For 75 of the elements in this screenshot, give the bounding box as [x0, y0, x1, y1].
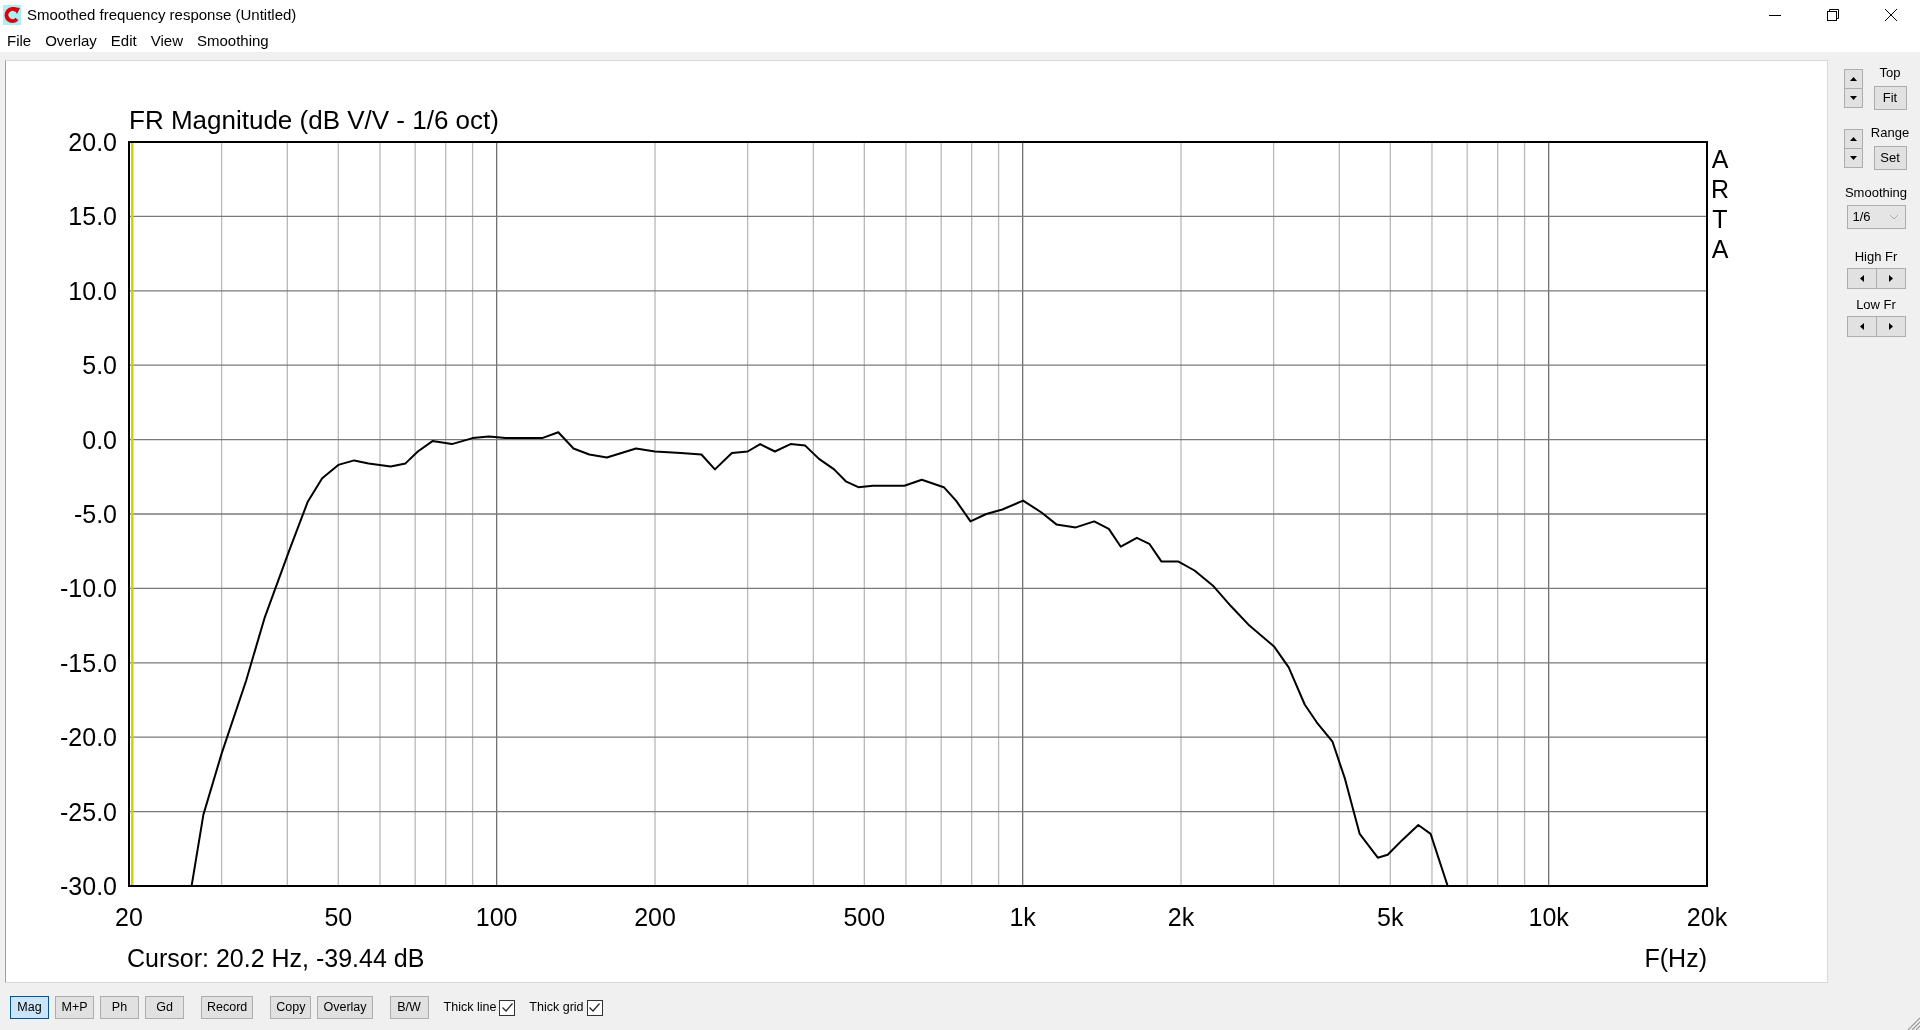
y-axis-label: 10.0 [68, 276, 117, 305]
x-axis-label: 5k [1377, 903, 1404, 931]
view-tab[interactable]: Ph [100, 996, 139, 1019]
x-axis-label: 20k [1686, 903, 1728, 931]
step-right-button[interactable] [1875, 316, 1906, 337]
spin-down-button[interactable] [1844, 88, 1863, 108]
x-axis-label: 500 [843, 903, 886, 931]
caret-right-icon [1888, 323, 1893, 330]
spin-down-button[interactable] [1844, 148, 1863, 168]
panel-button[interactable]: Fit [1873, 86, 1907, 110]
checkbox[interactable] [586, 999, 603, 1016]
step-left-button[interactable] [1846, 268, 1877, 289]
y-axis-label: -20.0 [60, 723, 117, 752]
caret-up-icon [1850, 77, 1857, 81]
chevron-down-icon [1889, 215, 1898, 219]
toolbar-button[interactable]: Copy [270, 996, 312, 1019]
field-label: Smoothing [1844, 185, 1908, 200]
x-axis-title: F(Hz) [1644, 944, 1707, 972]
chart-title: FR Magnitude (dB V/V - 1/6 oct) [129, 105, 499, 135]
step-left-button[interactable] [1846, 316, 1877, 337]
y-axis-label: -25.0 [60, 797, 117, 826]
caret-left-icon [1859, 275, 1864, 282]
field-label: Range [1870, 125, 1910, 140]
caret-up-icon [1850, 137, 1857, 141]
window-title: Smoothed frequency response (Untitled) [27, 5, 297, 25]
y-axis-label: 20.0 [68, 128, 117, 156]
x-axis-label: 20 [115, 903, 143, 931]
x-axis-label: 100 [475, 903, 518, 931]
field-label: Low Fr [1856, 297, 1896, 312]
spin-up-button[interactable] [1844, 129, 1863, 149]
view-tab[interactable]: Mag [10, 996, 49, 1019]
checkbox[interactable] [499, 999, 516, 1016]
menu-item[interactable]: Smoothing [189, 30, 276, 52]
view-tab[interactable]: M+P [55, 996, 94, 1019]
cursor-readout: Cursor: 20.2 Hz, -39.44 dB [127, 944, 425, 972]
x-axis-label: 1k [1009, 903, 1036, 931]
y-axis-label: -10.0 [60, 574, 117, 603]
toolbar-button[interactable]: Overlay [317, 996, 373, 1019]
x-axis-label: 2k [1167, 903, 1195, 931]
y-axis-label: -30.0 [60, 872, 117, 900]
vertical-label: ARTA [1710, 145, 1730, 263]
x-axis-label: 50 [324, 903, 353, 931]
checkmark-icon [589, 1003, 601, 1012]
menu-item[interactable]: View [143, 30, 190, 52]
smoothing-dropdown[interactable]: 1/6 [1846, 205, 1906, 229]
checkbox-label: Thick line [443, 999, 497, 1017]
checkmark-icon [501, 1003, 513, 1012]
app-icon [3, 5, 21, 25]
menu-item[interactable]: File [0, 30, 39, 52]
minimize-icon [1769, 14, 1781, 16]
y-axis-label: 0.0 [82, 425, 117, 454]
x-axis-label: 200 [634, 903, 676, 931]
toolbar-button[interactable]: B/W [389, 996, 429, 1019]
menu-item[interactable]: Edit [103, 30, 144, 52]
field-label: Top [1879, 65, 1901, 80]
y-axis-label: -15.0 [60, 648, 117, 677]
y-axis-label: -5.0 [73, 500, 117, 528]
checkbox-label: Thick grid [529, 999, 584, 1017]
toolbar-button[interactable]: Record [201, 996, 254, 1019]
field-label: High Fr [1854, 249, 1898, 264]
y-axis-label: 15.0 [68, 202, 117, 231]
panel-button[interactable]: Set [1873, 146, 1907, 170]
restore-icon [1827, 9, 1839, 21]
caret-right-icon [1888, 275, 1893, 282]
x-axis-label: 10k [1528, 903, 1569, 931]
caret-down-icon [1850, 96, 1857, 100]
resize-grip-icon[interactable] [1906, 1016, 1920, 1030]
step-right-button[interactable] [1875, 268, 1906, 289]
view-tab[interactable]: Gd [145, 996, 184, 1019]
caret-left-icon [1859, 323, 1864, 330]
close-icon [1885, 9, 1897, 21]
caret-down-icon [1850, 156, 1857, 160]
spin-up-button[interactable] [1844, 69, 1863, 89]
menu-item[interactable]: Overlay [38, 30, 104, 52]
y-axis-label: 5.0 [82, 351, 117, 380]
